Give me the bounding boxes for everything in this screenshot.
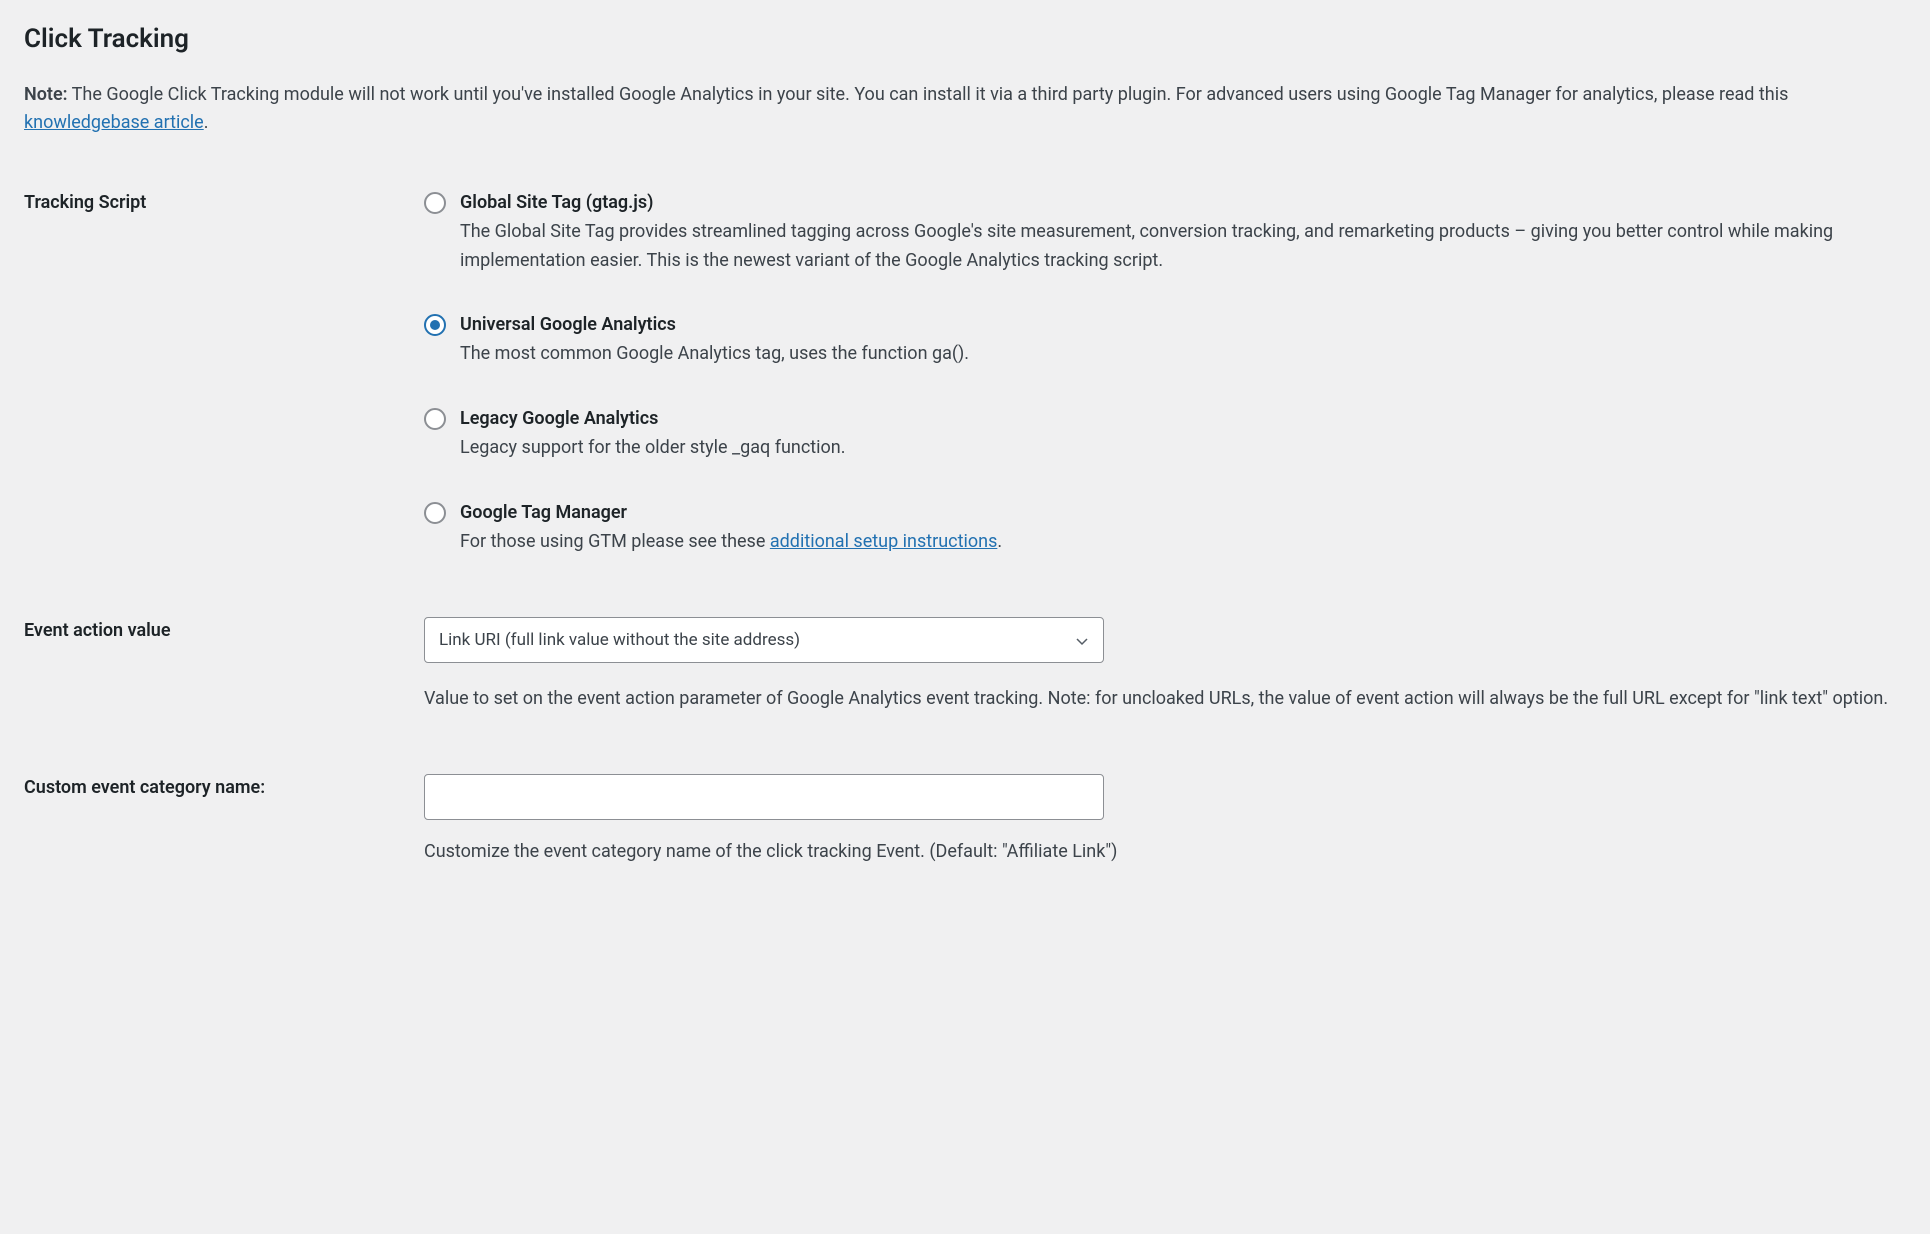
radio-input-universal[interactable] [424, 314, 446, 336]
radio-input-legacy[interactable] [424, 408, 446, 430]
gtm-desc-before: For those using GTM please see these [460, 531, 770, 552]
radio-input-gtm[interactable] [424, 502, 446, 524]
radio-label: Legacy Google Analytics [460, 405, 1906, 432]
event-action-label: Event action value [24, 617, 424, 774]
radio-option-gtm[interactable]: Google Tag Manager For those using GTM p… [424, 499, 1906, 557]
note-text-before: The Google Click Tracking module will no… [68, 84, 1789, 105]
tracking-script-label: Tracking Script [24, 189, 424, 617]
event-action-help: Value to set on the event action paramet… [424, 685, 1906, 714]
radio-content: Global Site Tag (gtag.js) The Global Sit… [460, 189, 1906, 276]
radio-content: Google Tag Manager For those using GTM p… [460, 499, 1906, 557]
radio-option-universal[interactable]: Universal Google Analytics The most comm… [424, 311, 1906, 369]
radio-desc: For those using GTM please see these add… [460, 528, 1906, 557]
radio-desc: The most common Google Analytics tag, us… [460, 340, 1906, 369]
radio-content: Universal Google Analytics The most comm… [460, 311, 1906, 369]
radio-input-gtag[interactable] [424, 192, 446, 214]
radio-label: Google Tag Manager [460, 499, 1906, 526]
radio-label: Global Site Tag (gtag.js) [460, 189, 1906, 216]
knowledgebase-link[interactable]: knowledgebase article [24, 112, 204, 133]
note-prefix: Note: [24, 84, 68, 105]
custom-category-input[interactable] [424, 774, 1104, 820]
gtm-desc-after: . [997, 531, 1002, 552]
radio-option-gtag[interactable]: Global Site Tag (gtag.js) The Global Sit… [424, 189, 1906, 276]
radio-label: Universal Google Analytics [460, 311, 1906, 338]
note-text-after: . [204, 112, 209, 133]
radio-desc: The Global Site Tag provides streamlined… [460, 218, 1906, 276]
radio-desc: Legacy support for the older style _gaq … [460, 434, 1906, 463]
custom-category-help: Customize the event category name of the… [424, 838, 1906, 867]
custom-category-label: Custom event category name: [24, 774, 424, 927]
gtm-setup-link[interactable]: additional setup instructions [770, 531, 998, 552]
event-action-selected-value: Link URI (full link value without the si… [439, 630, 800, 650]
note-block: Note: The Google Click Tracking module w… [24, 81, 1894, 137]
page-title: Click Tracking [24, 20, 1906, 59]
radio-option-legacy[interactable]: Legacy Google Analytics Legacy support f… [424, 405, 1906, 463]
event-action-select[interactable]: Link URI (full link value without the si… [424, 617, 1104, 663]
radio-content: Legacy Google Analytics Legacy support f… [460, 405, 1906, 463]
